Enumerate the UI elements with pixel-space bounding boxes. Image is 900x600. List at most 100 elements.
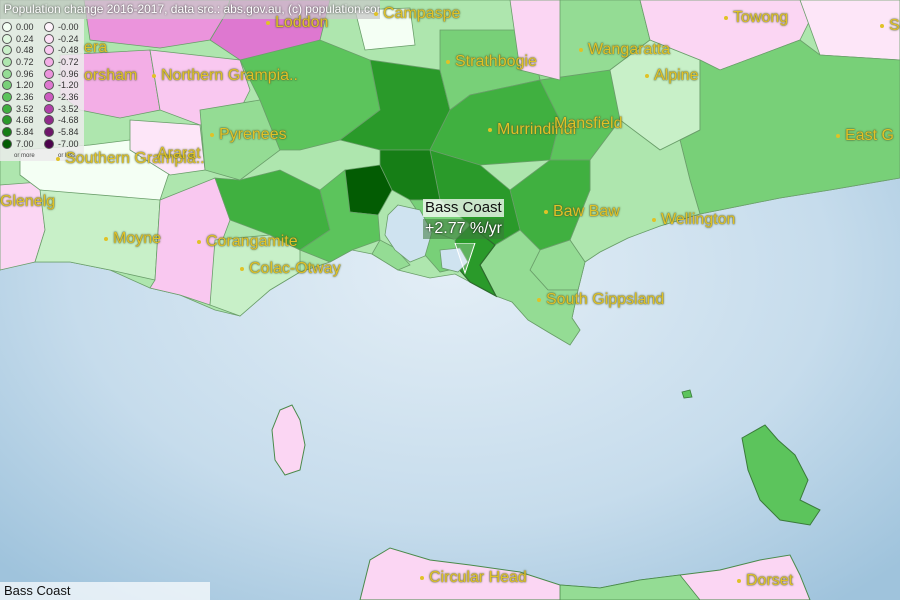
legend-label: -0.96 <box>58 68 79 79</box>
legend-swatch-icon <box>2 127 12 138</box>
legend-swatch-icon <box>44 45 54 56</box>
place-label-corangamite[interactable]: Corangamite <box>197 233 298 251</box>
place-label-colac-otway[interactable]: Colac-Otway <box>240 260 341 278</box>
place-marker-icon <box>56 156 60 161</box>
legend-swatch-icon <box>44 138 54 149</box>
legend-row: 0.24 <box>0 33 34 45</box>
legend-row: -0.00 <box>42 21 79 33</box>
legend-row: 4.68 <box>0 115 34 127</box>
legend-row: -0.48 <box>42 44 79 56</box>
place-label-partial-era[interactable]: era <box>84 39 107 57</box>
legend-swatch-icon <box>44 91 54 102</box>
legend-row: -3.52 <box>42 103 79 115</box>
place-label-strathbogie[interactable]: Strathbogie <box>446 53 537 71</box>
legend-swatch-icon <box>2 45 12 56</box>
legend-swatch-icon <box>2 80 12 91</box>
place-marker-icon <box>652 217 656 222</box>
place-label-moyne[interactable]: Moyne <box>104 230 161 248</box>
legend-row: 0.72 <box>0 56 34 68</box>
place-marker-icon <box>446 59 450 64</box>
legend-label: 5.84 <box>16 127 34 138</box>
place-marker-icon <box>152 73 156 78</box>
legend-row: 0.96 <box>0 68 34 80</box>
legend-row: 7.00 <box>0 138 34 150</box>
legend-label: -0.24 <box>58 33 79 44</box>
legend-swatch-icon <box>2 115 12 126</box>
legend-row: 1.20 <box>0 79 34 91</box>
place-marker-icon <box>488 127 492 132</box>
place-label-campaspe[interactable]: Campaspe <box>374 5 460 23</box>
legend-row: -4.68 <box>42 115 79 127</box>
legend-swatch-icon <box>44 56 54 67</box>
map-canvas[interactable] <box>0 0 900 600</box>
place-marker-icon <box>880 23 884 28</box>
status-bar: Bass Coast <box>0 582 210 600</box>
place-label-ararat[interactable]: Ararat <box>157 145 201 163</box>
place-label-glenelg[interactable]: Glenelg <box>0 193 55 211</box>
legend-row: -0.72 <box>42 56 79 68</box>
place-label-east-gippsland[interactable]: East G <box>836 127 894 145</box>
legend-swatch-icon <box>2 138 12 149</box>
legend-swatch-icon <box>2 33 12 44</box>
legend-label: -0.48 <box>58 45 79 56</box>
place-marker-icon <box>724 15 728 20</box>
place-label-dorset[interactable]: Dorset <box>737 572 793 590</box>
legend-label: 0.96 <box>16 68 34 79</box>
place-marker-icon <box>104 236 108 241</box>
legend-label: 7.00 <box>16 138 34 149</box>
legend-label: -0.72 <box>58 56 79 67</box>
place-label-partial-su[interactable]: Su <box>880 17 900 35</box>
legend-row: -2.36 <box>42 91 79 103</box>
legend-row: -7.00 <box>42 138 79 150</box>
place-label-circular-head[interactable]: Circular Head <box>420 569 527 587</box>
legend-swatch-icon <box>2 103 12 114</box>
legend-row: -0.96 <box>42 68 79 80</box>
place-marker-icon <box>374 11 378 16</box>
legend-swatch-icon <box>44 103 54 114</box>
place-label-wellington[interactable]: Wellington <box>652 211 735 229</box>
place-label-towong[interactable]: Towong <box>724 9 788 27</box>
place-marker-icon <box>537 297 541 302</box>
legend-swatch-icon <box>2 56 12 67</box>
place-marker-icon <box>420 575 424 580</box>
tooltip-value: +2.77 %/yr <box>423 219 504 239</box>
place-label-south-gippsland[interactable]: South Gippsland <box>537 291 664 309</box>
place-marker-icon <box>240 266 244 271</box>
legend-label: 0.24 <box>16 33 34 44</box>
legend-label: -2.36 <box>58 91 79 102</box>
place-marker-icon <box>579 47 583 52</box>
legend-swatch-icon <box>2 21 12 32</box>
legend-label: 2.36 <box>16 91 34 102</box>
legend-swatch-icon <box>2 68 12 79</box>
place-label-northern-grampians[interactable]: Northern Grampia.. <box>152 67 298 85</box>
legend-label: 0.00 <box>16 21 34 32</box>
legend-swatch-icon <box>44 80 54 91</box>
place-marker-icon <box>197 239 201 244</box>
legend-row: 0.48 <box>0 44 34 56</box>
legend-footer-positive: or more <box>14 153 35 159</box>
tooltip-region-name: Bass Coast <box>423 199 504 217</box>
legend-label: -5.84 <box>58 127 79 138</box>
legend-label: 0.48 <box>16 45 34 56</box>
legend-swatch-icon <box>44 21 54 32</box>
legend-row: -1.20 <box>42 79 79 91</box>
place-label-alpine[interactable]: Alpine <box>645 67 698 85</box>
place-label-horsham[interactable]: orsham <box>84 67 137 85</box>
legend-label: 1.20 <box>16 80 34 91</box>
legend-label: -3.52 <box>58 103 79 114</box>
legend-positive: 0.00 0.24 0.48 0.72 0.96 1.20 2.36 3.52 4.68 5.84… <box>0 21 34 150</box>
legend-label: -1.20 <box>58 80 79 91</box>
legend-swatch-icon <box>44 68 54 79</box>
place-marker-icon <box>737 578 741 583</box>
legend-label: 0.72 <box>16 56 34 67</box>
legend: 0.00 0.24 0.48 0.72 0.96 1.20 2.36 3.52 4.68 5.84… <box>0 19 84 161</box>
legend-row: 5.84 <box>0 126 34 138</box>
place-label-wangaratta[interactable]: Wangaratta <box>579 41 670 59</box>
legend-row: -0.24 <box>42 33 79 45</box>
place-label-baw-baw[interactable]: Baw Baw <box>544 203 620 221</box>
place-label-loddon[interactable]: Loddon <box>266 14 328 32</box>
legend-label: 4.68 <box>16 115 34 126</box>
place-label-mansfield[interactable]: Mansfield <box>554 115 622 133</box>
legend-negative: -0.00 -0.24 -0.48 -0.72 -0.96 -1.20 -2.36 -3.52… <box>42 21 79 150</box>
place-label-pyrenees[interactable]: Pyrenees <box>210 126 287 144</box>
